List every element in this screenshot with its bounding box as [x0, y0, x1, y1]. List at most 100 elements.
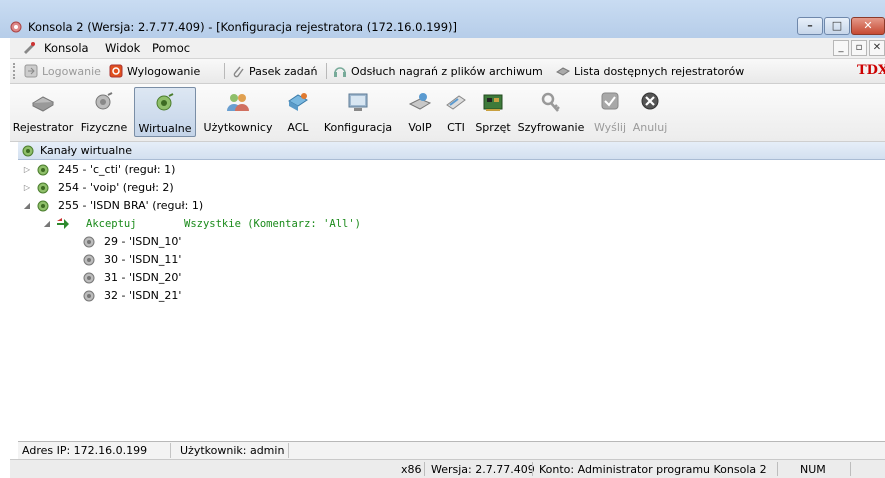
acl-icon [288, 93, 308, 111]
channel-item[interactable]: 29 - 'ISDN_10' [82, 233, 181, 250]
toolbar-button-voip[interactable]: VoIP [401, 87, 439, 137]
tree-node[interactable]: ▷ 254 - 'voip' (reguł: 2) [22, 179, 174, 196]
status-bar: x86 Wersja: 2.7.77.409 Konto: Administra… [10, 459, 885, 478]
toolbar-grip[interactable] [13, 63, 18, 79]
mdi-minimize-button[interactable]: _ [833, 40, 849, 56]
architecture: x86 [401, 463, 422, 476]
cti-icon [446, 95, 466, 110]
panel-title: Kanały wirtualne [40, 144, 133, 157]
toolbar-button-acl[interactable]: ACL [281, 87, 315, 137]
status-separator [288, 443, 289, 458]
virtual-channel-icon [37, 182, 49, 193]
toolbar-label: Wirtualne [138, 122, 192, 135]
physical-channel-icon [83, 272, 95, 283]
toolbar-button-wirtualne[interactable]: Wirtualne [134, 87, 196, 137]
channel-label: 30 - 'ISDN_11' [104, 253, 182, 266]
toolbar-label: VoIP [408, 121, 432, 134]
virtual-channels-tree: ▷ 245 - 'c_cti' (reguł: 1) ▷ 254 - 'voip… [18, 160, 885, 440]
tree-node-label: 254 - 'voip' (reguł: 2) [58, 181, 174, 194]
login-icon [24, 64, 38, 78]
logout-button[interactable]: Wylogowanie [109, 64, 200, 78]
expand-icon[interactable]: ▷ [22, 183, 32, 192]
version: Wersja: 2.7.77.409 [431, 463, 535, 476]
login-label: Logowanie [42, 64, 101, 78]
rule-node[interactable]: ◢ Akceptuj Wszystkie (Komentarz: 'All') [42, 215, 361, 232]
physical-channel-icon [83, 290, 95, 301]
toolbar-button-fizyczne[interactable]: Fizyczne [77, 87, 131, 137]
num-lock-indicator: NUM [800, 463, 826, 476]
toolbar-button-cti[interactable]: CTI [441, 87, 471, 137]
status-separator [850, 462, 851, 476]
virtual-channel-icon [37, 164, 49, 175]
close-button[interactable]: ✕ [851, 17, 885, 35]
taskbar-button[interactable]: Pasek zadań [231, 64, 317, 78]
expand-icon[interactable]: ▷ [22, 165, 32, 174]
menu-bar: Konsola Widok Pomoc _ ▫ ✕ [10, 38, 885, 59]
hardware-icon [483, 94, 503, 111]
rule-arrow-icon [57, 217, 69, 229]
console-menu-icon[interactable] [22, 41, 36, 55]
archive-playback-label: Odsłuch nagrań z plików archiwum [351, 64, 543, 78]
login-button[interactable]: Logowanie [24, 64, 101, 78]
toolbar-label: Anuluj [632, 121, 668, 134]
toolbar-separator [326, 63, 327, 79]
maximize-button[interactable]: □ [824, 17, 850, 35]
toolbar-button-uzytkownicy[interactable]: Użytkownicy [199, 87, 277, 137]
recorder-icon [31, 96, 55, 112]
toolbar-label: Wyślij [593, 121, 627, 134]
tree-node-label: 255 - 'ISDN BRA' (reguł: 1) [58, 199, 204, 212]
menu-widok[interactable]: Widok [105, 41, 140, 55]
mdi-restore-button[interactable]: ▫ [851, 40, 867, 56]
toolbar-button-szyfrowanie[interactable]: Szyfrowanie [515, 87, 587, 137]
close-icon: ✕ [863, 19, 873, 32]
toolbar-button-sprzet[interactable]: Sprzęt [473, 87, 513, 137]
toolbar-label: Sprzęt [475, 121, 511, 134]
status-separator [170, 443, 171, 458]
minimize-button[interactable]: – [797, 17, 823, 35]
channel-item[interactable]: 31 - 'ISDN_20' [82, 269, 181, 286]
collapse-icon[interactable]: ◢ [42, 219, 52, 228]
window-title: Konsola 2 (Wersja: 2.7.77.409) - [Konfig… [28, 20, 458, 34]
channel-item[interactable]: 32 - 'ISDN_21' [82, 287, 181, 304]
toolbar-separator [224, 63, 225, 79]
toolbar-button-wyslij[interactable]: Wyślij [591, 87, 629, 137]
logout-icon [109, 64, 123, 78]
account: Konto: Administrator programu Konsola 2 [539, 463, 767, 476]
rule-target: Wszystkie (Komentarz: 'All') [184, 217, 362, 230]
archive-playback-button[interactable]: Odsłuch nagrań z plików archiwum [333, 64, 543, 78]
channel-item[interactable]: 30 - 'ISDN_11' [82, 251, 181, 268]
title-bar: Konsola 2 (Wersja: 2.7.77.409) - [Konfig… [0, 0, 885, 38]
recorders-list-button[interactable]: Lista dostępnych rejestratorów [556, 64, 744, 78]
physical-channels-icon [95, 92, 113, 110]
rule-action: Akceptuj [86, 217, 137, 230]
physical-channel-icon [83, 254, 95, 265]
toolbar-button-anuluj[interactable]: Anuluj [631, 87, 669, 137]
collapse-icon[interactable]: ◢ [22, 201, 32, 210]
tree-node-label: 245 - 'c_cti' (reguł: 1) [58, 163, 176, 176]
logout-label: Wylogowanie [127, 64, 201, 78]
virtual-channel-icon [37, 200, 49, 211]
menu-konsola[interactable]: Konsola [44, 41, 89, 55]
connection-status-line: Adres IP: 172.16.0.199 Użytkownik: admin [18, 441, 885, 459]
virtual-channels-icon [156, 93, 174, 111]
toolbar-label: Fizyczne [80, 121, 128, 134]
toolbar-button-rejestrator[interactable]: Rejestrator [12, 87, 74, 137]
headphones-icon [334, 67, 346, 77]
voip-icon [408, 93, 432, 110]
toolbar-label: CTI [447, 121, 465, 134]
mdi-close-button[interactable]: ✕ [869, 40, 885, 56]
tree-node[interactable]: ▷ 245 - 'c_cti' (reguł: 1) [22, 161, 175, 178]
menu-pomoc[interactable]: Pomoc [152, 41, 190, 55]
panel-header: Kanały wirtualne [18, 142, 885, 160]
users-icon [227, 94, 249, 111]
mdi-controls: _ ▫ ✕ [831, 40, 885, 56]
minimize-icon: – [807, 19, 813, 32]
send-icon [601, 92, 619, 110]
ip-address: Adres IP: 172.16.0.199 [22, 444, 148, 457]
toolbar-button-konfiguracja[interactable]: Konfiguracja [317, 87, 399, 137]
toolbar-label: Konfiguracja [323, 121, 393, 134]
toolbar-label: ACL [287, 121, 309, 134]
recorders-list-label: Lista dostępnych rejestratorów [574, 64, 745, 78]
maximize-icon: □ [831, 19, 843, 32]
tree-node[interactable]: ◢ 255 - 'ISDN BRA' (reguł: 1) [22, 197, 203, 214]
